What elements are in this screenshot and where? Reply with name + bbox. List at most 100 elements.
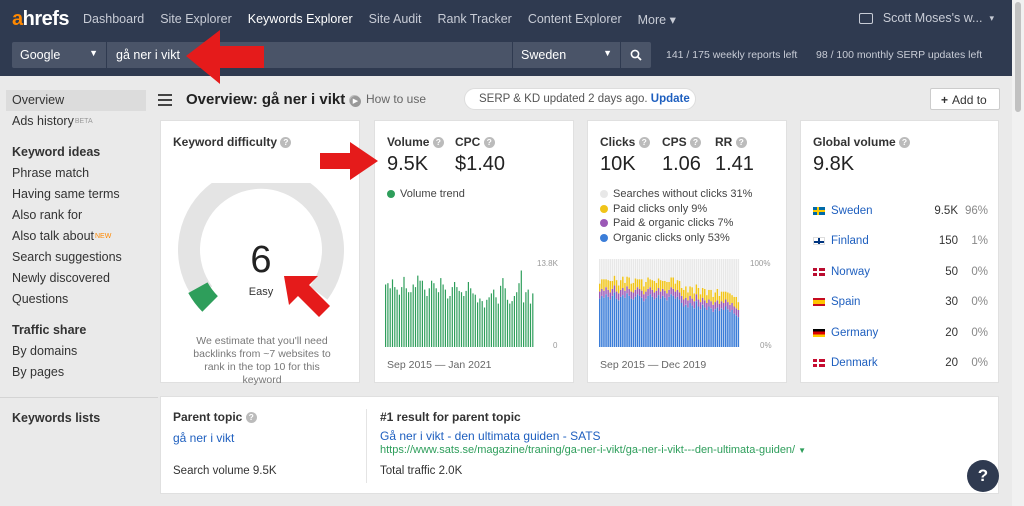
- country-name[interactable]: Finland: [831, 235, 918, 247]
- country-name[interactable]: Norway: [831, 266, 918, 278]
- country-volume: 50: [945, 265, 958, 278]
- help-chat-button[interactable]: ?: [967, 460, 999, 492]
- clicks-bar-segment: [645, 281, 647, 292]
- clicks-bar-segment: [653, 299, 656, 347]
- sidebar-item-search-suggestions[interactable]: Search suggestions: [0, 247, 158, 268]
- menu-icon[interactable]: [158, 94, 172, 109]
- sidebar-item-by-domains[interactable]: By domains: [0, 341, 158, 362]
- clicks-bar-segment: [720, 308, 723, 347]
- clicks-bar-segment: [601, 288, 603, 296]
- help-icon[interactable]: ?: [735, 137, 747, 149]
- caret-down-icon[interactable]: ▼: [798, 446, 806, 455]
- search-engine-select[interactable]: Google ▼: [12, 42, 106, 68]
- how-to-use-link[interactable]: ▶ How to use: [350, 92, 426, 107]
- help-icon[interactable]: ?: [432, 137, 444, 149]
- volume-bar: [447, 298, 449, 347]
- volume-bar: [421, 280, 423, 347]
- flag-se-icon: [813, 207, 825, 215]
- caret-down-icon: ▼: [89, 48, 98, 58]
- country-name[interactable]: Spain: [831, 296, 918, 308]
- clicks-legend-item: Searches without clicks 31%: [600, 187, 752, 202]
- help-icon[interactable]: ?: [690, 137, 702, 149]
- help-icon[interactable]: ?: [638, 137, 650, 149]
- parent-topic-link[interactable]: gå ner i vikt: [173, 431, 234, 445]
- first-result-link[interactable]: Gå ner i vikt - den ultimata guiden - SA…: [380, 429, 601, 443]
- volume-date-range: Sep 2015 — Jan 2021: [387, 359, 492, 371]
- volume-bar: [516, 292, 518, 347]
- global-volume-row[interactable]: Finland 150 1%: [813, 231, 988, 251]
- country-percent: 0%: [971, 296, 988, 309]
- sidebar-item-ads-history[interactable]: Ads historyBETA: [0, 111, 158, 132]
- clicks-bar-segment: [729, 304, 731, 312]
- volume-bar: [396, 289, 398, 347]
- clicks-bar-segment: [701, 304, 704, 347]
- clicks-bar-segment: [609, 259, 611, 281]
- nav-link-site-audit[interactable]: Site Audit: [369, 12, 422, 27]
- scrollbar[interactable]: [1012, 0, 1024, 506]
- global-volume-row[interactable]: Sweden 9.5K 96%: [813, 201, 988, 221]
- first-result-url[interactable]: https://www.sats.se/magazine/traning/ga-…: [380, 444, 806, 456]
- nav-link-dashboard[interactable]: Dashboard: [83, 12, 144, 27]
- clicks-bar-segment: [731, 295, 733, 303]
- help-icon[interactable]: ?: [899, 137, 911, 149]
- clicks-bar-segment: [691, 305, 693, 347]
- update-link[interactable]: Update: [651, 93, 690, 105]
- nav-link-keywords-explorer[interactable]: Keywords Explorer: [248, 12, 353, 27]
- clicks-bar-segment: [697, 259, 700, 288]
- clicks-bar-segment: [643, 301, 645, 347]
- clicks-bar-segment: [664, 259, 666, 281]
- sidebar-item-label: Search suggestions: [12, 250, 122, 264]
- country-name[interactable]: Sweden: [831, 205, 918, 217]
- sidebar-item-questions[interactable]: Questions: [0, 289, 158, 310]
- scrollbar-thumb[interactable]: [1015, 2, 1021, 112]
- nav-link-rank-tracker[interactable]: Rank Tracker: [437, 12, 511, 27]
- search-button[interactable]: [621, 42, 651, 68]
- global-volume-row[interactable]: Denmark 20 0%: [813, 353, 988, 373]
- sidebar-item-overview[interactable]: Overview: [6, 90, 146, 111]
- clicks-bar-segment: [676, 296, 679, 347]
- nav-link-more[interactable]: More: [638, 12, 676, 27]
- clicks-bar-segment: [735, 296, 737, 309]
- clicks-bar-segment: [626, 293, 628, 347]
- clicks-bar-segment: [722, 291, 725, 303]
- volume-bar: [458, 290, 460, 347]
- parent-search-volume: Search volume 9.5K: [173, 465, 277, 477]
- help-icon[interactable]: ?: [280, 137, 292, 149]
- country-percent: 0%: [971, 326, 988, 339]
- clicks-bar-segment: [634, 278, 637, 290]
- add-to-button[interactable]: + Add to: [930, 88, 1000, 110]
- global-volume-row[interactable]: Norway 50 0%: [813, 262, 988, 282]
- country-name[interactable]: Germany: [831, 327, 918, 339]
- sidebar-item-having-same-terms[interactable]: Having same terms: [0, 184, 158, 205]
- global-volume-row[interactable]: Germany 20 0%: [813, 323, 988, 343]
- clicks-bar-segment: [710, 301, 712, 309]
- ahrefs-logo[interactable]: ahrefs: [12, 8, 70, 31]
- clicks-bar-segment: [678, 281, 681, 293]
- help-icon[interactable]: ?: [483, 137, 495, 149]
- country-select[interactable]: Sweden ▼: [513, 42, 620, 68]
- country-name[interactable]: Denmark: [831, 357, 918, 369]
- user-menu[interactable]: Scott Moses's w... ▾: [858, 11, 994, 25]
- nav-link-site-explorer[interactable]: Site Explorer: [160, 12, 232, 27]
- global-volume-row[interactable]: Spain 30 0%: [813, 292, 988, 312]
- nav-link-content-explorer[interactable]: Content Explorer: [528, 12, 622, 27]
- keywords-lists-heading[interactable]: Keywords lists: [0, 408, 158, 429]
- sidebar-item-newly-discovered[interactable]: Newly discovered: [0, 268, 158, 289]
- keyword-input[interactable]: gå ner i vikt: [107, 42, 512, 68]
- sidebar-item-phrase-match[interactable]: Phrase match: [0, 163, 158, 184]
- sidebar-item-by-pages[interactable]: By pages: [0, 362, 158, 383]
- clicks-value: 10K: [600, 153, 636, 175]
- clicks-bar-segment: [632, 282, 635, 293]
- clicks-bar-segment: [680, 296, 683, 303]
- sidebar-item-also-talk-about[interactable]: Also talk aboutNEW: [0, 226, 158, 247]
- sidebar-item-also-rank-for[interactable]: Also rank for: [0, 205, 158, 226]
- clicks-bar-segment: [712, 304, 714, 312]
- clicks-bar-segment: [638, 288, 641, 296]
- clicks-bar-segment: [611, 296, 614, 347]
- clicks-bar-segment: [664, 297, 666, 347]
- help-icon[interactable]: ?: [245, 412, 257, 424]
- clicks-bar-segment: [718, 296, 721, 304]
- clicks-bar-segment: [624, 282, 626, 291]
- clicks-bar-segment: [647, 259, 649, 278]
- clicks-bar-segment: [693, 259, 695, 294]
